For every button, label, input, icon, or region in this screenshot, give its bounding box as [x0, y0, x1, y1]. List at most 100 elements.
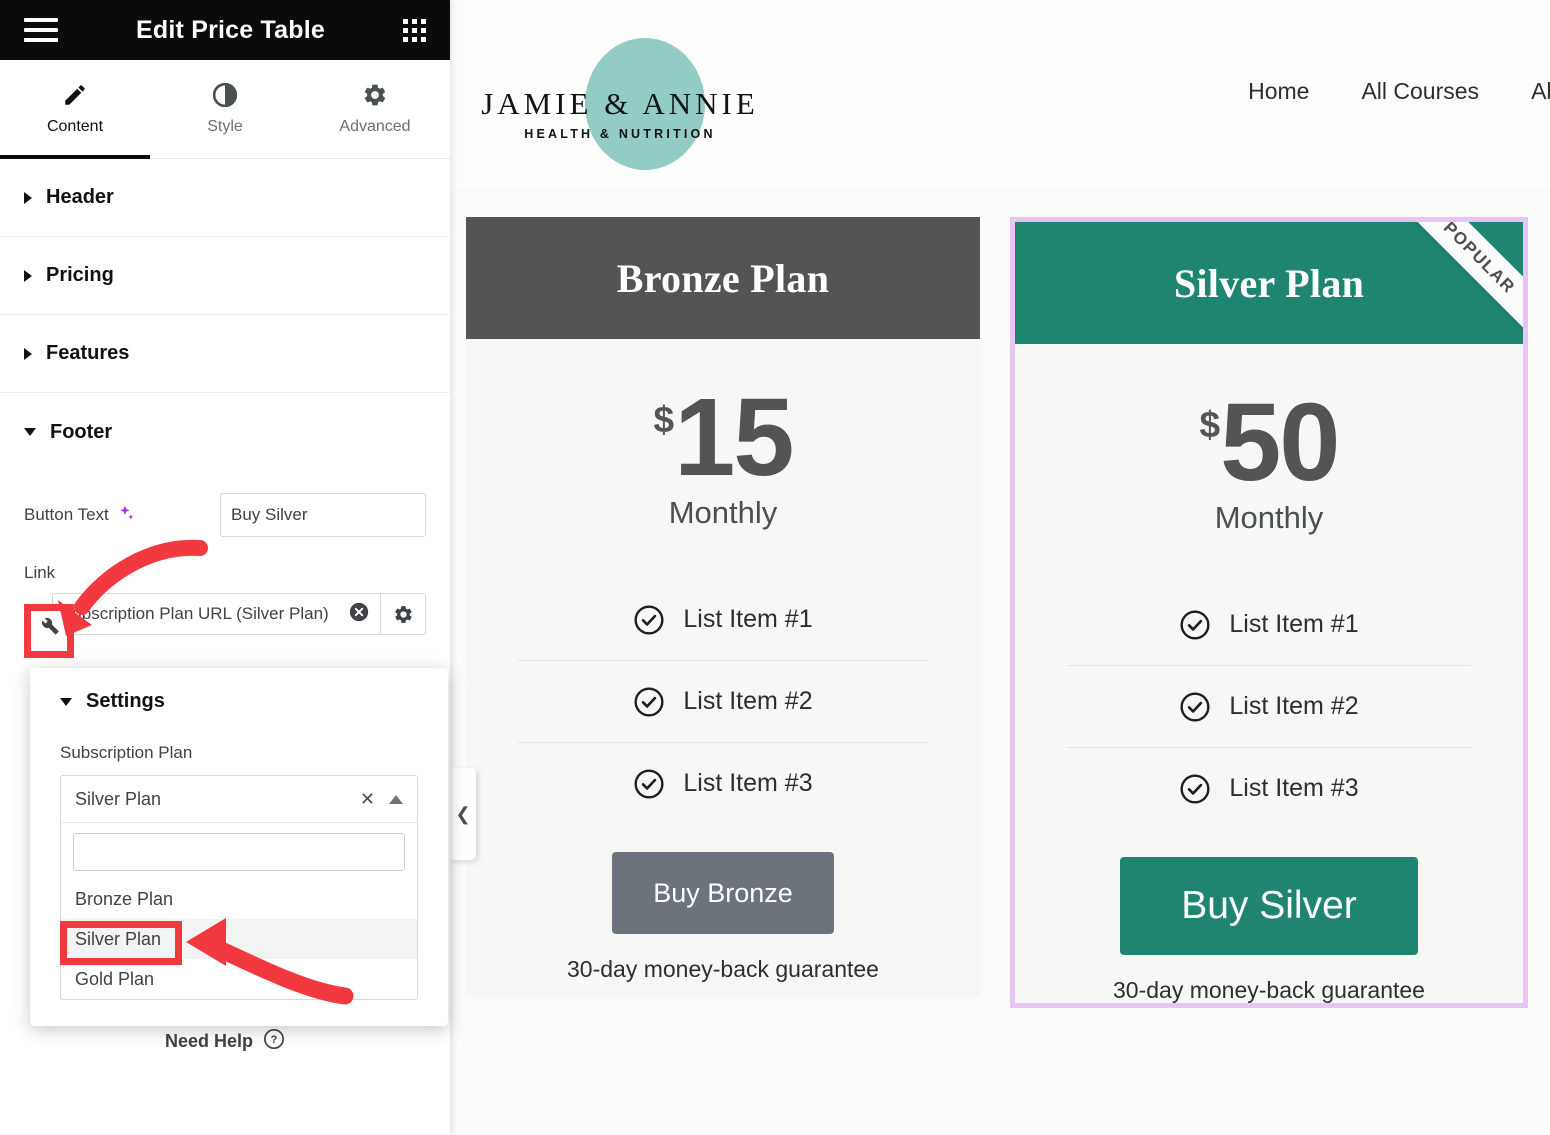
section-footer[interactable]: Footer: [0, 393, 450, 471]
section-footer-label: Footer: [50, 421, 112, 444]
button-text-input-group: [220, 493, 426, 537]
close-x-icon[interactable]: ✕: [360, 789, 375, 810]
silver-price-block: $ 50 Monthly: [1015, 344, 1523, 536]
list-item: List Item #2: [518, 660, 928, 742]
buy-bronze-button[interactable]: Buy Bronze: [612, 852, 834, 934]
caret-down-icon: [60, 698, 72, 706]
popular-ribbon: POPULAR: [1403, 222, 1523, 334]
pencil-icon: [62, 82, 88, 108]
need-help-link[interactable]: Need Help ?: [0, 1028, 450, 1055]
price-card-bronze: Bronze Plan $ 15 Monthly List Item #1: [466, 217, 980, 996]
list-item: List Item #2: [1067, 665, 1471, 747]
buy-silver-button[interactable]: Buy Silver: [1120, 857, 1418, 955]
tab-content[interactable]: Content: [0, 60, 150, 158]
tab-style[interactable]: Style: [150, 60, 300, 158]
silver-currency: $: [1200, 404, 1221, 446]
settings-header[interactable]: Settings: [60, 690, 418, 713]
wrench-icon-highlight-box: [24, 604, 74, 658]
button-text-label: Button Text: [24, 505, 109, 525]
editor-panel: Edit Price Table Content Style Advanced …: [0, 0, 450, 1135]
silver-price-line: $ 50: [1200, 392, 1339, 494]
subscription-plan-select: Silver Plan ✕ Bronze Plan Silver Plan Go…: [60, 775, 418, 1000]
site-nav: Home All Courses Abo: [1248, 78, 1550, 105]
link-value[interactable]: Subscription Plan URL (Silver Plan): [53, 604, 348, 624]
section-features-label: Features: [46, 342, 129, 365]
wrench-icon[interactable]: [37, 617, 61, 646]
bronze-amount: 15: [674, 387, 792, 489]
check-circle-icon: [633, 768, 665, 800]
bronze-feature-list: List Item #1 List Item #2 List Item #3: [466, 579, 980, 824]
hamburger-icon[interactable]: [24, 18, 58, 42]
caret-down-icon: [24, 428, 36, 436]
list-item-label: List Item #3: [683, 769, 812, 798]
silver-amount: 50: [1220, 392, 1338, 494]
section-features[interactable]: Features: [0, 315, 450, 393]
site-logo[interactable]: JAMIE & ANNIE HEALTH & NUTRITION: [475, 24, 785, 172]
sparkle-ai-icon[interactable]: [117, 504, 136, 527]
question-circle-icon: ?: [263, 1028, 285, 1055]
panel-topbar: Edit Price Table: [0, 0, 450, 60]
grid-apps-icon[interactable]: [403, 19, 426, 42]
list-item-label: List Item #2: [1229, 692, 1358, 721]
button-text-row: Button Text: [24, 493, 426, 537]
settings-title: Settings: [86, 690, 165, 713]
nav-item-home[interactable]: Home: [1248, 78, 1309, 105]
tab-style-label: Style: [207, 118, 243, 136]
panel-collapse-handle[interactable]: ❮: [450, 768, 476, 860]
nav-item-about[interactable]: Abo: [1531, 78, 1550, 105]
list-item-label: List Item #3: [1229, 774, 1358, 803]
panel-tabs: Content Style Advanced: [0, 60, 450, 159]
bronze-price-block: $ 15 Monthly: [466, 339, 980, 531]
panel-title: Edit Price Table: [58, 16, 403, 45]
check-circle-icon: [633, 604, 665, 636]
price-card-silver: Silver Plan POPULAR $ 50 Monthly List It…: [1010, 217, 1528, 1008]
need-help-label: Need Help: [165, 1031, 253, 1052]
chevron-left-icon: ❮: [455, 804, 470, 825]
check-circle-icon: [1179, 609, 1211, 641]
tab-advanced-label: Advanced: [339, 118, 410, 136]
gear-icon: [362, 82, 388, 108]
check-circle-icon: [1179, 691, 1211, 723]
link-label: Link: [24, 563, 426, 583]
list-item-label: List Item #1: [683, 605, 812, 634]
silver-feature-list: List Item #1 List Item #2 List Item #3: [1015, 584, 1523, 829]
logo-main-text: JAMIE & ANNIE: [475, 86, 765, 122]
logo-sub-text: HEALTH & NUTRITION: [475, 127, 765, 141]
select-search-wrap: [73, 833, 405, 871]
clear-circle-icon[interactable]: [348, 601, 370, 628]
button-text-input[interactable]: [221, 494, 426, 536]
tab-advanced[interactable]: Advanced: [300, 60, 450, 158]
select-value: Silver Plan: [75, 789, 360, 810]
check-circle-icon: [1179, 773, 1211, 805]
select-option-bronze[interactable]: Bronze Plan: [61, 879, 417, 919]
list-item: List Item #3: [518, 742, 928, 824]
list-item-label: List Item #2: [683, 687, 812, 716]
check-circle-icon: [633, 686, 665, 718]
select-option-silver[interactable]: Silver Plan: [61, 919, 417, 959]
contrast-icon: [212, 82, 238, 108]
list-item: List Item #1: [518, 579, 928, 660]
select-search-input[interactable]: [74, 834, 404, 870]
section-header[interactable]: Header: [0, 159, 450, 237]
section-pricing[interactable]: Pricing: [0, 237, 450, 315]
bronze-period: Monthly: [669, 495, 778, 531]
list-item: List Item #3: [1067, 747, 1471, 829]
bronze-card-header: Bronze Plan: [466, 217, 980, 339]
tab-content-label: Content: [47, 118, 103, 136]
pricing-cards: Bronze Plan $ 15 Monthly List Item #1: [450, 188, 1550, 1135]
site-header: JAMIE & ANNIE HEALTH & NUTRITION Home Al…: [450, 0, 1550, 188]
nav-item-all-courses[interactable]: All Courses: [1361, 78, 1479, 105]
bronze-price-line: $ 15: [654, 387, 793, 489]
button-text-label-wrap: Button Text: [24, 504, 136, 527]
select-control[interactable]: Silver Plan ✕: [61, 776, 417, 823]
link-gear-icon[interactable]: [380, 594, 425, 634]
site-preview: JAMIE & ANNIE HEALTH & NUTRITION Home Al…: [450, 0, 1550, 1135]
caret-up-icon[interactable]: [389, 795, 403, 804]
section-header-label: Header: [46, 186, 114, 209]
list-item: List Item #1: [1067, 584, 1471, 665]
bronze-guarantee-text: 30-day money-back guarantee: [466, 956, 980, 983]
link-input-group: Subscription Plan URL (Silver Plan): [52, 593, 426, 635]
caret-right-icon: [24, 192, 32, 204]
select-option-gold[interactable]: Gold Plan: [61, 959, 417, 999]
list-item-label: List Item #1: [1229, 610, 1358, 639]
